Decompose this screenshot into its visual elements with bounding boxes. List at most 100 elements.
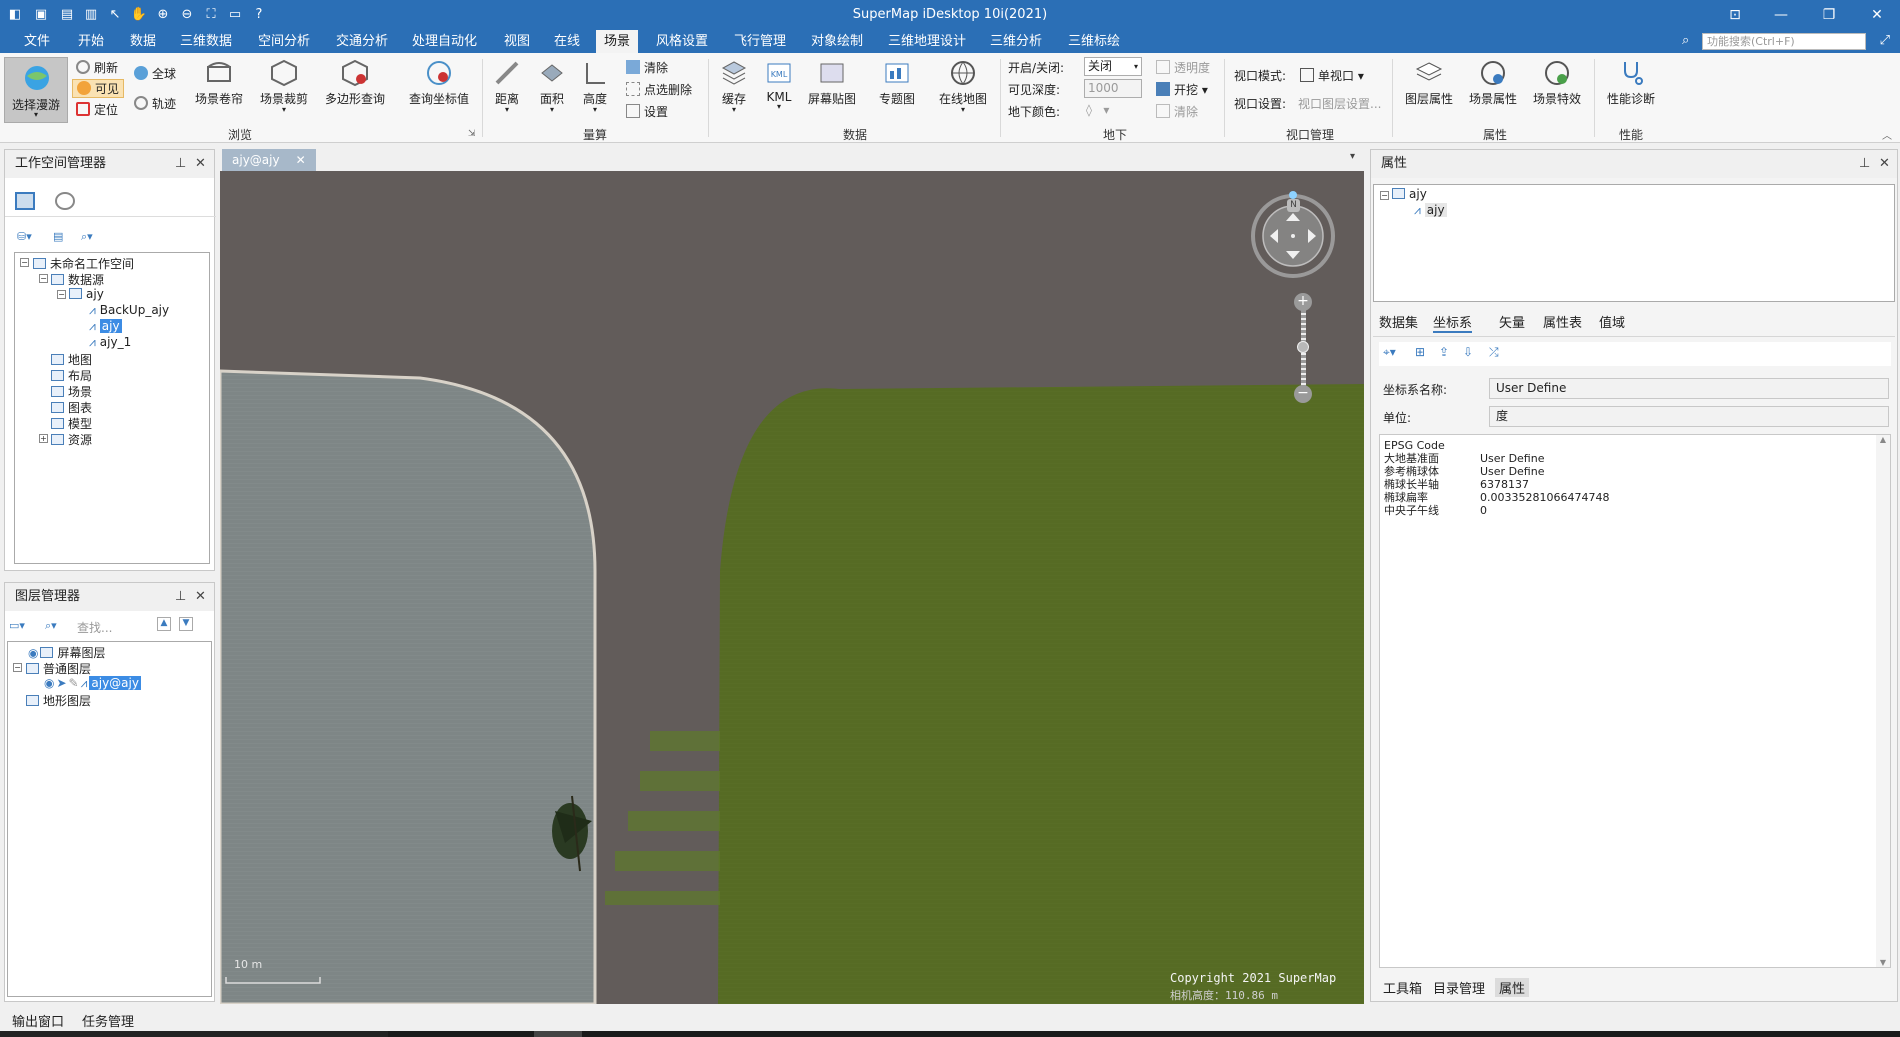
browse-expand-icon[interactable]: ⇲ bbox=[468, 129, 476, 139]
north-indicator[interactable]: N bbox=[1287, 199, 1300, 212]
datasource-ajy-node[interactable]: ajy bbox=[69, 287, 104, 303]
performance-diagnose-button[interactable]: 性能诊断 bbox=[1600, 59, 1662, 107]
tab-list-icon[interactable]: ▾ bbox=[1350, 151, 1355, 162]
panel-bottom-tab[interactable]: 工具箱 bbox=[1379, 978, 1426, 997]
zoom-thumb[interactable] bbox=[1297, 341, 1309, 353]
minimize-button[interactable]: — bbox=[1766, 4, 1796, 26]
pin-icon[interactable]: ⊥ bbox=[1859, 156, 1870, 171]
prop-tree-root[interactable]: ajy bbox=[1392, 187, 1427, 203]
datasource-open-icon[interactable]: ⛁▾ bbox=[17, 230, 32, 243]
pin-icon[interactable]: ⊥ bbox=[175, 589, 186, 604]
coord-copy-icon[interactable]: ⊞ bbox=[1415, 345, 1425, 359]
underground-color-picker[interactable]: ◊ ▾ bbox=[1086, 103, 1109, 117]
cache-button[interactable]: 缓存 ▾ bbox=[716, 59, 752, 114]
property-tab[interactable]: 坐标系 bbox=[1433, 312, 1473, 333]
area-button[interactable]: 面积 ▾ bbox=[535, 59, 569, 114]
scene-effects-button[interactable]: 场景特效 bbox=[1528, 59, 1586, 107]
close-button[interactable]: ✕ bbox=[1862, 4, 1892, 26]
distance-button[interactable]: 距离 ▾ bbox=[490, 59, 524, 114]
layer-find-icon[interactable]: ⌕▾ bbox=[45, 619, 57, 633]
visible-depth-input[interactable]: 1000 bbox=[1084, 79, 1142, 98]
scene-view[interactable]: 10 m Copyright 2021 SuperMap 相机高度：110.86… bbox=[220, 171, 1364, 1004]
zoom-slider[interactable]: + − bbox=[1294, 293, 1312, 403]
zoom-out-icon[interactable]: − bbox=[1294, 385, 1312, 403]
task-manager-tab[interactable]: 任务管理 bbox=[82, 1011, 134, 1030]
screen-layer-node[interactable]: ◉ 屏幕图层 bbox=[28, 644, 106, 660]
scene-properties-button[interactable]: 场景属性 bbox=[1464, 59, 1522, 107]
viewport-mode-select[interactable]: 单视口 ▾ bbox=[1300, 67, 1364, 84]
locate-button[interactable]: 定位 bbox=[76, 101, 118, 118]
pin-icon[interactable]: ⊥ bbox=[175, 156, 186, 171]
transparency-button[interactable]: 透明度 bbox=[1156, 59, 1210, 76]
prop-tree-child[interactable]: ⩘ ajy bbox=[1414, 203, 1447, 219]
panel-bottom-tab[interactable]: 属性 bbox=[1495, 978, 1530, 997]
new-dataset-icon[interactable]: ▤ bbox=[53, 230, 63, 243]
coord-export-icon[interactable]: ⇩ bbox=[1463, 345, 1473, 359]
datasource-node[interactable]: 数据源 bbox=[51, 271, 104, 287]
thematic-button[interactable]: 专题图 bbox=[874, 59, 920, 107]
function-search-input[interactable]: 功能搜索(Ctrl+F) bbox=[1702, 33, 1866, 50]
screen-map-button[interactable]: 屏幕贴图 bbox=[804, 59, 860, 107]
menu-item[interactable]: 三维数据 bbox=[172, 30, 240, 53]
menu-item[interactable]: 场景 bbox=[596, 30, 639, 53]
excavate-button[interactable]: 开挖 ▾ bbox=[1156, 81, 1208, 98]
add-layer-icon[interactable]: ▭▾ bbox=[9, 619, 25, 632]
unit-field[interactable]: 度 bbox=[1489, 406, 1889, 427]
menu-item[interactable]: 三维地理设计 bbox=[880, 30, 974, 53]
measure-clear-button[interactable]: 清除 bbox=[626, 59, 668, 76]
property-tab[interactable]: 矢量 bbox=[1499, 312, 1525, 331]
menu-item[interactable]: 文件 bbox=[16, 30, 58, 53]
measure-settings-button[interactable]: 设置 bbox=[626, 103, 668, 120]
scene-clip-button[interactable]: 场景裁剪 ▾ bbox=[256, 59, 312, 114]
menu-item[interactable]: 在线 bbox=[546, 30, 588, 53]
layer-properties-button[interactable]: 图层属性 bbox=[1400, 59, 1458, 107]
maps-node[interactable]: 地图 bbox=[51, 351, 92, 367]
layer-find-input[interactable]: 查找... bbox=[77, 619, 112, 636]
resource-tab-icon[interactable] bbox=[55, 192, 75, 210]
height-button[interactable]: 高度 ▾ bbox=[578, 59, 612, 114]
menu-item[interactable]: 空间分析 bbox=[250, 30, 318, 53]
models-node[interactable]: 模型 bbox=[51, 415, 92, 431]
menu-item[interactable]: 数据 bbox=[122, 30, 164, 53]
navigation-compass[interactable]: N bbox=[1248, 191, 1338, 281]
viewport-layer-settings-button[interactable]: 视口图层设置... bbox=[1298, 95, 1381, 112]
fullscreen-icon[interactable]: ⤢ bbox=[1880, 33, 1890, 48]
menu-item[interactable]: 交通分析 bbox=[328, 30, 396, 53]
workspace-root-node[interactable]: 未命名工作空间 bbox=[33, 255, 134, 271]
info-scrollbar[interactable]: ▲ ▼ bbox=[1876, 435, 1890, 967]
zoom-in-icon[interactable]: + bbox=[1294, 293, 1312, 311]
online-map-button[interactable]: 在线地图 ▾ bbox=[934, 59, 992, 114]
resources-node[interactable]: 资源 bbox=[51, 431, 92, 447]
visible-button[interactable]: 可见 bbox=[72, 79, 125, 98]
coord-transform-icon[interactable]: ⤮ bbox=[1489, 345, 1499, 360]
dataset-ajy-node[interactable]: ⩘ ajy bbox=[89, 319, 122, 335]
charts-node[interactable]: 图表 bbox=[51, 399, 92, 415]
terrain-layer-node[interactable]: 地形图层 bbox=[26, 692, 91, 708]
polygon-query-button[interactable]: 多边形查询 bbox=[320, 59, 390, 107]
point-delete-button[interactable]: 点选删除 bbox=[626, 81, 692, 98]
panel-bottom-tab[interactable]: 目录管理 bbox=[1429, 978, 1489, 997]
normal-layer-node[interactable]: 普通图层 bbox=[26, 660, 91, 676]
menu-item[interactable]: 三维标绘 bbox=[1060, 30, 1128, 53]
coord-name-field[interactable]: User Define bbox=[1489, 378, 1889, 399]
kml-button[interactable]: KML KML ▾ bbox=[762, 59, 796, 111]
coord-import-icon[interactable]: ⇪ bbox=[1439, 345, 1449, 359]
ribbon-display-icon[interactable]: ⊡ bbox=[1720, 4, 1750, 26]
property-tab[interactable]: 数据集 bbox=[1379, 312, 1418, 331]
move-up-icon[interactable]: ▲ bbox=[157, 617, 171, 631]
underground-clear-button[interactable]: 清除 bbox=[1156, 103, 1198, 120]
dataset-ajy1-node[interactable]: ⩘ ajy_1 bbox=[89, 335, 131, 351]
coord-set-icon[interactable]: ⌖▾ bbox=[1383, 345, 1396, 360]
select-roam-button[interactable]: 选择漫游 ▾ bbox=[4, 57, 68, 123]
menu-item[interactable]: 视图 bbox=[496, 30, 538, 53]
scene-roll-button[interactable]: 场景卷帘 bbox=[192, 59, 246, 107]
layouts-node[interactable]: 布局 bbox=[51, 367, 92, 383]
menu-item[interactable]: 三维分析 bbox=[982, 30, 1050, 53]
menu-item[interactable]: 处理自动化 bbox=[404, 30, 485, 53]
track-button[interactable]: 轨迹 bbox=[134, 95, 176, 112]
underground-toggle-select[interactable]: 关闭 ▾ bbox=[1084, 57, 1142, 76]
workspace-tab-icon[interactable] bbox=[15, 192, 35, 210]
layer-ajy-node[interactable]: ◉ ➤ ✎ ⩘ ajy@ajy bbox=[44, 676, 141, 692]
menu-item[interactable]: 开始 bbox=[70, 30, 112, 53]
menu-item[interactable]: 对象绘制 bbox=[803, 30, 871, 53]
